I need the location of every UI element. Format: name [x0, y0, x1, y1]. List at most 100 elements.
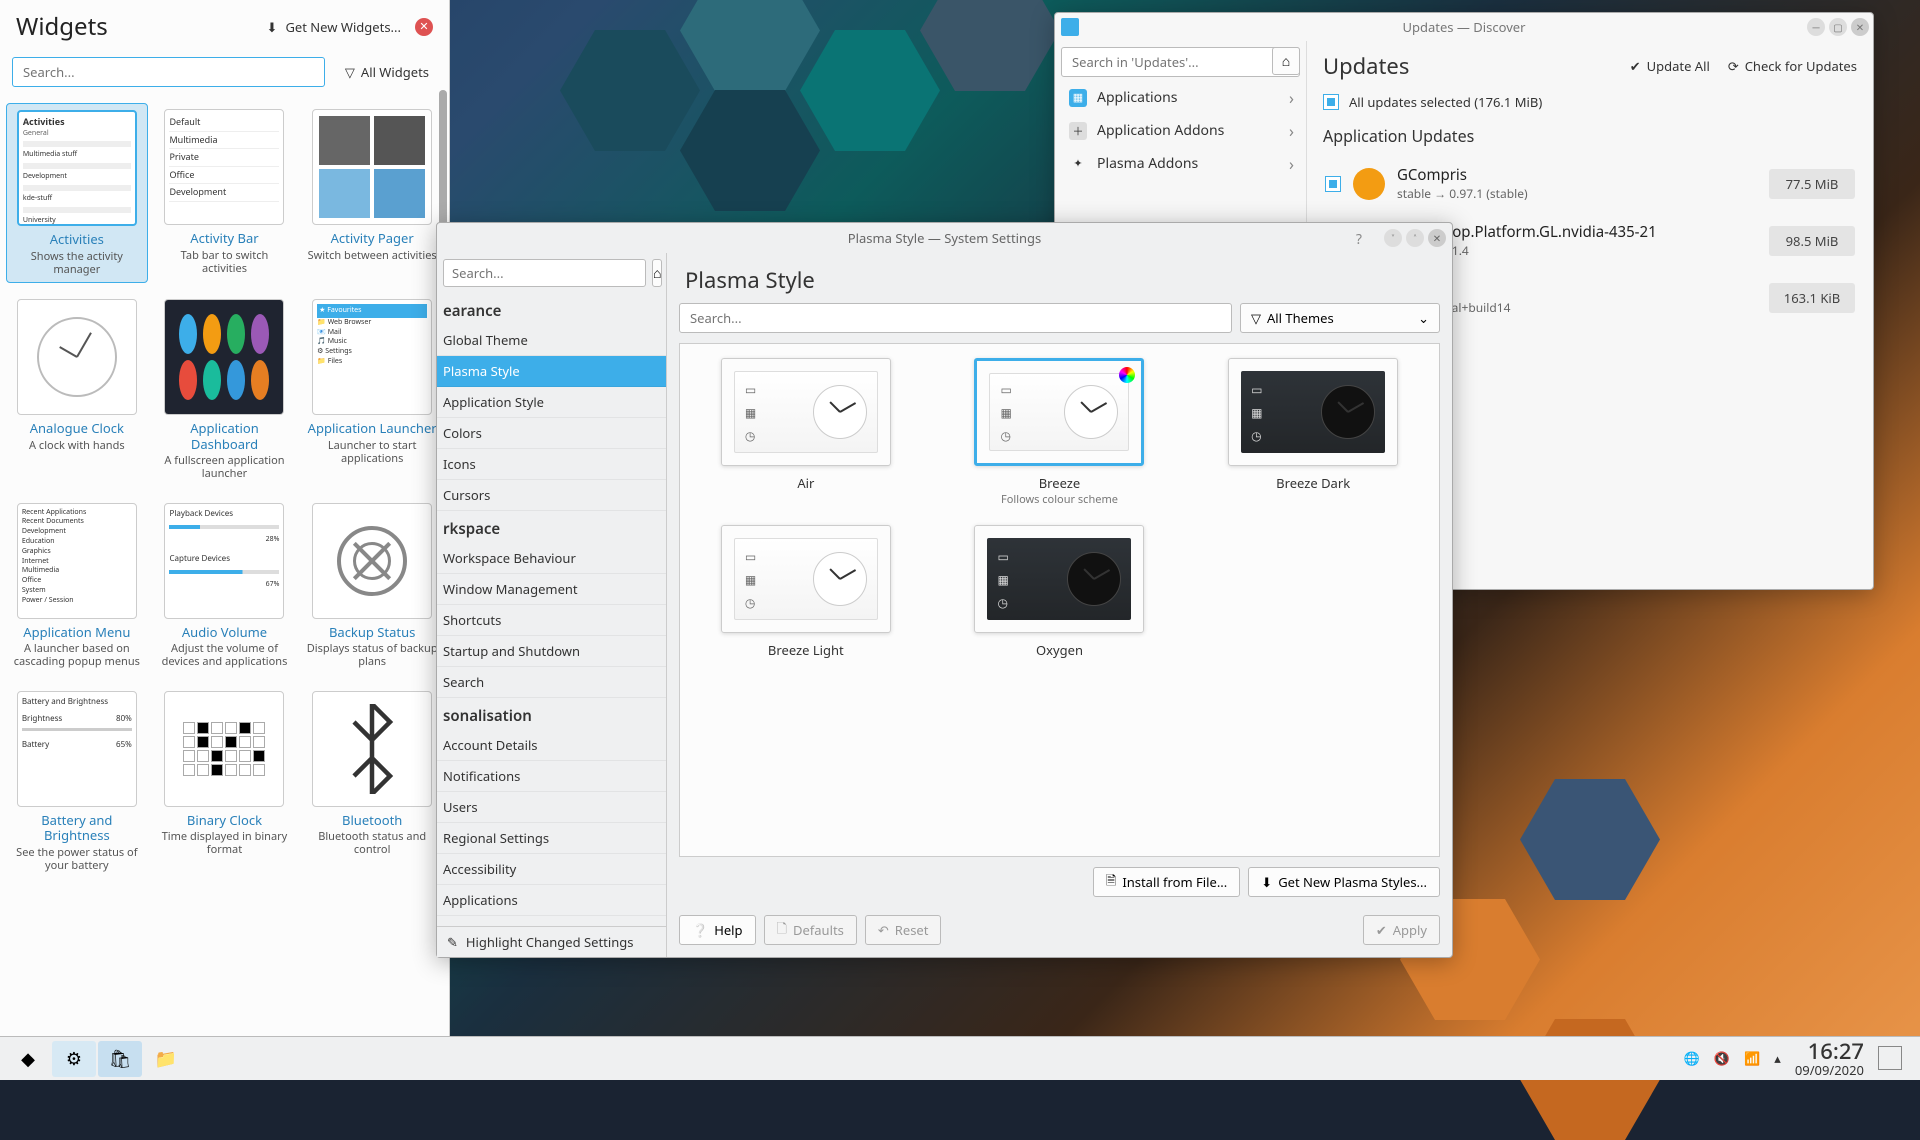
- widget-name: Bluetooth: [342, 813, 402, 829]
- theme-card[interactable]: ▭▦◷Breeze Dark: [1201, 358, 1425, 507]
- all-widgets-filter[interactable]: ▽ All Widgets: [337, 59, 437, 85]
- task-file-manager[interactable]: 📁: [144, 1041, 188, 1077]
- theme-card[interactable]: ▭▦◷BreezeFollows colour scheme: [948, 358, 1172, 507]
- settings-item[interactable]: Notifications: [437, 761, 666, 792]
- highlight-changed-button[interactable]: ✎ Highlight Changed Settings: [437, 926, 666, 957]
- theme-card[interactable]: ▭▦◷Air: [694, 358, 918, 507]
- widget-item[interactable]: Analogue ClockA clock with hands: [6, 293, 148, 487]
- maximize-icon[interactable]: ˄: [1406, 229, 1424, 247]
- settings-item[interactable]: Backups: [437, 916, 666, 926]
- wifi-icon[interactable]: 📶: [1744, 1049, 1760, 1067]
- discover-category[interactable]: ▦Applications: [1061, 81, 1300, 114]
- widget-description: Switch between activities: [308, 249, 437, 262]
- discover-search-input[interactable]: [1061, 47, 1300, 77]
- widget-item[interactable]: DefaultMultimediaPrivateOfficeDevelopmen…: [154, 103, 296, 283]
- settings-search-input[interactable]: [443, 259, 646, 287]
- volume-icon[interactable]: 🔇: [1714, 1049, 1730, 1067]
- settings-item[interactable]: Accessibility: [437, 854, 666, 885]
- get-new-widgets-button[interactable]: ⬇ Get New Widgets...: [267, 18, 401, 36]
- help-button[interactable]: ❔ Help: [679, 915, 756, 945]
- discover-category[interactable]: ✦Plasma Addons: [1061, 147, 1300, 180]
- widget-item[interactable]: Recent ApplicationsRecent DocumentsDevel…: [6, 497, 148, 675]
- widget-description: Shows the activity manager: [11, 250, 143, 276]
- show-desktop-button[interactable]: [1878, 1046, 1902, 1070]
- refresh-icon: ⟳: [1728, 57, 1739, 75]
- settings-item[interactable]: Applications: [437, 885, 666, 916]
- settings-home-icon[interactable]: ⌂: [652, 259, 662, 287]
- settings-item[interactable]: Global Theme: [437, 325, 666, 356]
- close-icon[interactable]: ✕: [1851, 18, 1869, 36]
- settings-item[interactable]: Workspace Behaviour: [437, 543, 666, 574]
- settings-item[interactable]: Plasma Style: [437, 356, 666, 387]
- defaults-button[interactable]: 🗋 Defaults: [764, 915, 857, 945]
- settings-item[interactable]: Regional Settings: [437, 823, 666, 854]
- help-icon[interactable]: ?: [1356, 230, 1362, 249]
- settings-item[interactable]: Cursors: [437, 480, 666, 511]
- maximize-icon[interactable]: ▢: [1829, 18, 1847, 36]
- settings-item[interactable]: Account Details: [437, 730, 666, 761]
- apply-button[interactable]: ✔ Apply: [1363, 915, 1440, 945]
- minimize-icon[interactable]: ˅: [1384, 229, 1402, 247]
- settings-item[interactable]: Search: [437, 667, 666, 698]
- install-from-file-button[interactable]: 🗎 Install from File...: [1093, 867, 1240, 897]
- settings-sidebar: ⌂ earanceGlobal ThemePlasma StyleApplica…: [437, 253, 667, 957]
- widget-item[interactable]: ActivitiesGeneralMultimedia stuffDevelop…: [6, 103, 148, 283]
- minimize-icon[interactable]: ─: [1807, 18, 1825, 36]
- settings-item[interactable]: Startup and Shutdown: [437, 636, 666, 667]
- widget-item[interactable]: Binary ClockTime displayed in binary for…: [154, 685, 296, 879]
- taskbar: ◆ ⚙ 🛍 📁 🌐 🔇 📶 ▴ 16:27 09/09/2020: [0, 1036, 1920, 1080]
- update-checkbox[interactable]: [1325, 176, 1341, 192]
- close-widgets-icon[interactable]: ✕: [415, 18, 433, 36]
- settings-item[interactable]: Colors: [437, 418, 666, 449]
- widget-item[interactable]: Application DashboardA fullscreen applic…: [154, 293, 296, 487]
- theme-thumbnail[interactable]: ▭▦◷: [721, 358, 891, 466]
- theme-thumbnail[interactable]: ▭▦◷: [1228, 358, 1398, 466]
- globe-icon[interactable]: 🌐: [1684, 1049, 1700, 1067]
- reset-button[interactable]: ↶ Reset: [865, 915, 942, 945]
- home-icon[interactable]: ⌂: [1272, 47, 1300, 75]
- widget-item[interactable]: Backup StatusDisplays status of backup p…: [301, 497, 443, 675]
- settings-item[interactable]: Shortcuts: [437, 605, 666, 636]
- system-settings-titlebar[interactable]: Plasma Style — System Settings ? ˅ ˄ ✕: [437, 223, 1452, 253]
- tray-expand-icon[interactable]: ▴: [1774, 1049, 1781, 1067]
- widget-description: Displays status of backup plans: [305, 642, 439, 668]
- update-all-button[interactable]: ✔ Update All: [1630, 57, 1710, 75]
- theme-thumbnail[interactable]: ▭▦◷: [721, 525, 891, 633]
- undo-icon: ↶: [878, 921, 889, 939]
- clock[interactable]: 16:27 09/09/2020: [1795, 1039, 1864, 1077]
- widget-item[interactable]: Activity PagerSwitch between activities: [301, 103, 443, 283]
- settings-section: earance: [437, 293, 666, 325]
- document-icon: 🗋: [777, 919, 787, 942]
- get-new-styles-button[interactable]: ⬇ Get New Plasma Styles...: [1248, 867, 1440, 897]
- settings-item[interactable]: Users: [437, 792, 666, 823]
- discover-titlebar[interactable]: Updates — Discover ─ ▢ ✕: [1055, 13, 1873, 41]
- pencil-icon: ✎: [447, 933, 458, 951]
- check-updates-button[interactable]: ⟳ Check for Updates: [1728, 57, 1857, 75]
- settings-item[interactable]: Application Style: [437, 387, 666, 418]
- settings-item[interactable]: Window Management: [437, 574, 666, 605]
- clock-date: 09/09/2020: [1795, 1063, 1864, 1077]
- task-discover[interactable]: 🛍: [98, 1041, 142, 1077]
- widgets-search-input[interactable]: [12, 57, 325, 87]
- widget-item[interactable]: BluetoothBluetooth status and control: [301, 685, 443, 879]
- widget-item[interactable]: ★ Favourites📁 Web Browser📧 Mail🎵 Music⚙ …: [301, 293, 443, 487]
- check-icon: ✔: [1376, 921, 1387, 939]
- theme-card[interactable]: ▭▦◷Breeze Light: [694, 525, 918, 659]
- widget-item[interactable]: Playback Devices28%Capture Devices67%Aud…: [154, 497, 296, 675]
- theme-search-input[interactable]: [679, 303, 1232, 333]
- widget-description: A fullscreen application launcher: [158, 454, 292, 480]
- theme-thumbnail[interactable]: ▭▦◷: [974, 358, 1144, 466]
- theme-thumbnail[interactable]: ▭▦◷: [974, 525, 1144, 633]
- widget-item[interactable]: Battery and BrightnessBrightness 80%Batt…: [6, 685, 148, 879]
- select-all-checkbox[interactable]: [1323, 94, 1339, 110]
- discover-category[interactable]: ＋Application Addons: [1061, 114, 1300, 147]
- update-row[interactable]: GComprisstable → 0.97.1 (stable)77.5 MiB: [1315, 155, 1865, 212]
- settings-item[interactable]: Icons: [437, 449, 666, 480]
- widget-preview: [17, 299, 137, 415]
- task-system-settings[interactable]: ⚙: [52, 1041, 96, 1077]
- theme-filter-dropdown[interactable]: ▽All Themes ⌄: [1240, 303, 1440, 333]
- theme-card[interactable]: ▭▦◷Oxygen: [948, 525, 1172, 659]
- app-launcher-icon[interactable]: ◆: [6, 1041, 50, 1077]
- close-icon[interactable]: ✕: [1428, 229, 1446, 247]
- widgets-list[interactable]: ActivitiesGeneralMultimedia stuffDevelop…: [0, 95, 449, 1037]
